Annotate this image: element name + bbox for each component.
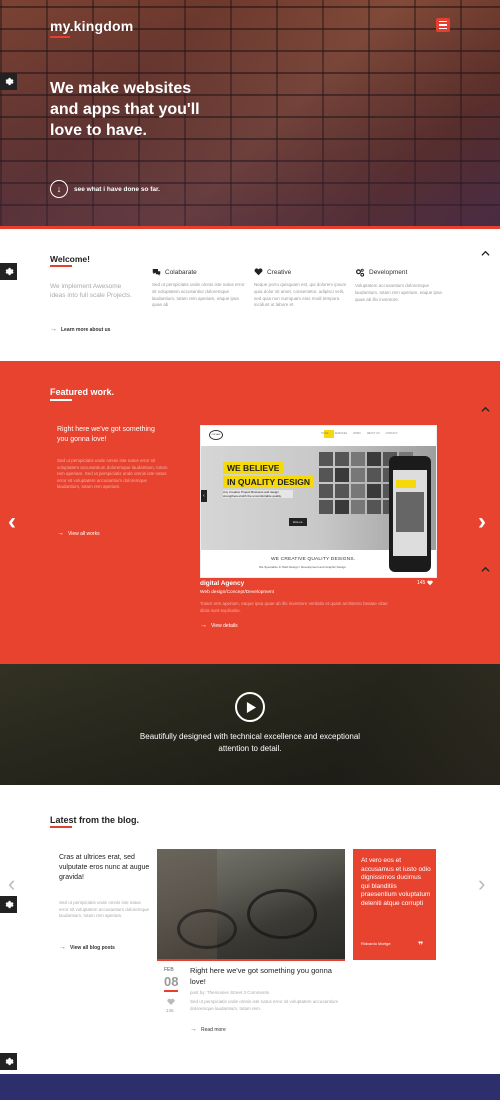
learn-more-link[interactable]: → Learn more about us <box>50 326 110 333</box>
logo-underline <box>50 36 70 38</box>
arrow-right-icon: → <box>50 326 57 333</box>
read-more-link[interactable]: → Read more <box>190 1026 226 1033</box>
settings-gear-icon[interactable] <box>0 73 17 90</box>
welcome-title: Welcome! <box>50 254 90 264</box>
quote-icon: ❞ <box>418 940 424 950</box>
arrow-right-icon: → <box>200 622 207 629</box>
feature-creative: Creative Neque porro quisquam est, qui d… <box>254 268 349 309</box>
arrow-right-icon: → <box>57 530 64 537</box>
title-underline <box>50 826 72 828</box>
title-underline <box>50 265 72 267</box>
post-likes: 145 <box>166 1008 174 1013</box>
heart-icon <box>254 268 263 276</box>
view-all-posts-link[interactable]: → View all blog posts <box>59 944 115 951</box>
mockup-left-arrow-icon: ‹ <box>201 490 207 502</box>
chevron-up-icon[interactable] <box>481 565 490 574</box>
blog-text: Sed ut perspiciatis unde omnis iste natu… <box>59 900 150 918</box>
chevron-right-icon[interactable]: › <box>478 510 486 534</box>
view-all-posts-label: View all blog posts <box>70 944 115 951</box>
view-details-link[interactable]: → View details <box>200 622 238 629</box>
hero-headline: We make websites and apps that you'll lo… <box>50 80 200 139</box>
date-underline <box>164 990 178 992</box>
feature-text: Sed ut perspiciatis unde omnis iste natu… <box>152 282 245 308</box>
play-button[interactable] <box>235 692 265 722</box>
video-tagline: Beautifully designed with technical exce… <box>139 732 361 753</box>
hero-cta-link[interactable]: ↓ see what i have done so far. <box>50 180 160 198</box>
mockup-logo: ORIGAMI <box>209 430 223 440</box>
learn-more-label: Learn more about us <box>61 326 111 333</box>
view-all-label: View all works <box>68 530 100 537</box>
blog-post-image[interactable] <box>157 849 345 959</box>
mockup-nav: HOME SERVICES WORK ABOUT US CONTACT <box>321 432 398 435</box>
chevron-left-icon[interactable]: ‹ <box>8 873 15 895</box>
blog-headline: Cras at ultrices erat, sed vulputate ero… <box>59 854 150 881</box>
testimonial-author: Ridvardo Mortge <box>361 941 391 946</box>
feature-text: Neque porro quisquam est, qui dolorem ip… <box>254 282 347 308</box>
post-day: 08 <box>164 974 179 989</box>
post-month: FEB <box>164 967 174 973</box>
arrow-right-icon: → <box>59 944 66 951</box>
hamburger-icon <box>439 20 447 23</box>
blog-title: Latest from the blog. <box>50 815 140 825</box>
view-details-label: View details <box>211 622 238 629</box>
settings-gear-icon[interactable] <box>0 896 17 913</box>
chevron-up-icon[interactable] <box>481 249 490 258</box>
project-preview-image[interactable]: ORIGAMI HOME SERVICES WORK ABOUT US CONT… <box>200 425 437 578</box>
title-underline <box>50 399 72 401</box>
feature-development: Development Voluptatem accusantium dolor… <box>355 268 450 303</box>
mockup-caption: WE CREATIVE QUALITY DESIGNS. <box>271 557 356 562</box>
project-name[interactable]: digital Agency <box>200 580 244 587</box>
chevron-right-icon[interactable]: › <box>478 873 485 895</box>
arrow-right-icon: → <box>190 1026 197 1033</box>
view-all-works-link[interactable]: → View all works <box>57 530 100 537</box>
featured-text: Sed ut perspiciatis unde omnis iste natu… <box>57 458 168 489</box>
heart-icon[interactable] <box>167 998 175 1006</box>
image-underline <box>157 959 345 961</box>
hero-cta-label: see what i have done so far. <box>74 185 160 193</box>
post-excerpt: Sed ut perspiciatis unde omnis iste natu… <box>190 999 339 1011</box>
feature-title: Colabarate <box>165 268 197 276</box>
site-logo[interactable]: my.kingdom <box>50 18 133 34</box>
project-description: Totam rem aperiam, eaque ipsa quae ab il… <box>200 601 388 613</box>
welcome-intro: We implement Awesome ideas into full sca… <box>50 283 133 299</box>
feature-colabarate: Colabarate Sed ut perspiciatis unde omni… <box>152 268 247 309</box>
mockup-button: Hire us <box>289 518 307 526</box>
read-more-label: Read more <box>201 1026 226 1033</box>
likes-count: 145 <box>417 580 426 586</box>
post-meta: post by: Themosive Street 3 Comments <box>190 990 269 995</box>
featured-headline: Right here we've got something you gonna… <box>57 426 155 443</box>
chevron-up-icon[interactable] <box>481 405 490 414</box>
settings-gear-icon[interactable] <box>0 263 17 280</box>
mockup-phone <box>389 456 431 572</box>
project-likes[interactable]: 145 <box>417 580 434 586</box>
video-section <box>0 664 500 785</box>
project-subtitle: Web design/Concept/Development <box>200 590 275 595</box>
cogs-icon <box>356 268 365 277</box>
testimonial-text: At vero eos et accusamus et iusto odio d… <box>361 857 431 907</box>
settings-gear-icon[interactable] <box>0 1053 17 1070</box>
arrow-down-icon: ↓ <box>50 180 68 198</box>
play-icon <box>246 701 256 713</box>
chevron-left-icon[interactable]: ‹ <box>8 510 16 534</box>
mockup-headline-2: IN QUALITY DESIGN <box>223 476 314 488</box>
mockup-caption-sub: We Specialize In Web Design / Developmen… <box>259 565 346 569</box>
post-title[interactable]: Right here we've got something you gonna… <box>190 966 345 987</box>
mockup-headline-1: WE BELIEVE <box>223 462 284 474</box>
featured-title: Featured work. <box>50 387 115 397</box>
footer-band <box>0 1074 500 1100</box>
hero-divider <box>0 226 500 229</box>
feature-title: Development <box>369 269 408 276</box>
heart-icon <box>427 580 434 586</box>
mockup-subtext: Any Creative Project Business and design… <box>223 490 293 498</box>
feature-title: Creative <box>267 268 292 276</box>
menu-button[interactable] <box>436 18 450 32</box>
feature-text: Voluptatem accusantium doloremque laudan… <box>355 283 442 302</box>
chat-icon <box>152 269 161 276</box>
